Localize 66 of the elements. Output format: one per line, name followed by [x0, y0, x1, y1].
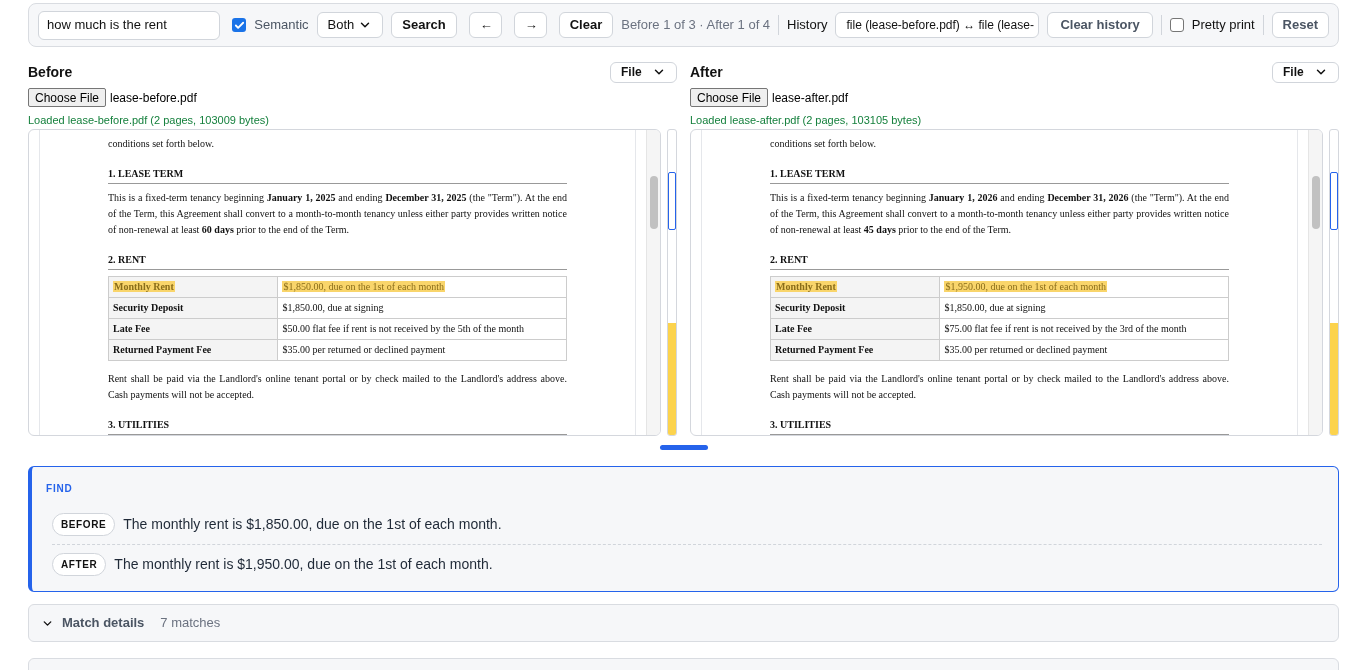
semantic-checkbox[interactable] — [232, 18, 247, 32]
minimap[interactable] — [667, 129, 677, 436]
search-field[interactable]: how much is the rent — [38, 10, 221, 40]
table-cell: Security Deposit — [775, 302, 846, 313]
find-title: FIND — [46, 482, 74, 496]
table-cell: $50.00 flat fee if rent is not received by the 5th of the month — [282, 323, 525, 334]
table-cell: $35.00 per returned or declined payment — [282, 344, 446, 355]
resize-handle[interactable] — [659, 445, 708, 450]
next-button[interactable]: → — [513, 12, 547, 38]
reset-button[interactable]: Reset — [1271, 12, 1329, 38]
result-text: The monthly rent is $1,950.00, due on the 1st of each month. — [114, 555, 493, 574]
choose-file-button[interactable]: Choose File — [28, 88, 107, 107]
table-cell: Monthly Rent — [775, 281, 837, 292]
document-heading: 1. LEASE TERM — [770, 166, 1229, 184]
result-tag: AFTER — [52, 553, 107, 576]
match-status: Before 1 of 3 · After 1 of 4 — [621, 16, 771, 35]
search-button[interactable]: Search — [391, 12, 457, 38]
pane-title: After — [690, 62, 723, 82]
scrollbar[interactable] — [646, 130, 660, 435]
choose-file-button[interactable]: Choose File — [690, 88, 769, 107]
document-paragraph: Rent shall be paid via the Landlord's online tenant portal or by check mailed to the Landlord's address above. Cash payments will not be accepted. — [770, 372, 1229, 402]
document-heading: 3. UTILITIES — [108, 417, 567, 435]
scrollbar[interactable] — [1308, 130, 1322, 435]
document-paragraph: conditions set forth below. — [770, 137, 877, 151]
table-cell: Monthly Rent — [113, 281, 175, 292]
source-select[interactable]: File — [610, 61, 677, 83]
table-cell: Late Fee — [113, 323, 150, 334]
result-tag: BEFORE — [52, 512, 116, 536]
match-count: 7 matches — [160, 614, 221, 633]
clear-button[interactable]: Clear — [558, 12, 614, 38]
table-cell: $1,850.00, due at signing — [282, 302, 384, 313]
table-cell: $35.00 per returned or declined payment — [944, 344, 1108, 355]
history-select[interactable]: file (lease-before.pdf) ↔ file (lease- — [835, 12, 1040, 38]
checkbox-label: Pretty print — [1191, 16, 1255, 35]
match-details-bar[interactable]: Match details 7 matches — [28, 604, 1339, 642]
table-cell: $75.00 flat fee if rent is not received by the 3rd of the month — [944, 323, 1187, 334]
file-name: lease-after.pdf — [772, 89, 849, 107]
document-paragraph: This is a fixed-term tenancy beginning January 1, 2025 and ending December 31, 2025 (the "Term"). At the end of the Term, this Agreement shall convert to a month-to-month tenancy unless either party provides written notice of non-renewal at least 60 days prior to the end of the Term. — [108, 191, 567, 237]
document-paragraph: conditions set forth below. — [108, 137, 215, 151]
load-status: Loaded lease-after.pdf (2 pages, 103105 bytes) — [690, 113, 923, 128]
pane-title: Before — [28, 62, 73, 82]
table-cell: Returned Payment Fee — [113, 344, 212, 355]
history-label: History — [787, 16, 828, 35]
file-name: lease-before.pdf — [110, 89, 197, 107]
table-cell: $1,850.00, due at signing — [944, 302, 1046, 313]
match-details-label: Match details — [62, 614, 145, 633]
document-heading: 2. RENT — [108, 252, 567, 270]
minimap[interactable] — [1329, 129, 1339, 436]
previous-button[interactable]: ← — [468, 12, 502, 38]
source-select[interactable]: File — [1272, 61, 1339, 83]
document-heading: 3. UTILITIES — [770, 417, 1229, 435]
result-text: The monthly rent is $1,850.00, due on the 1st of each month. — [123, 514, 502, 534]
table-cell: Returned Payment Fee — [775, 344, 874, 355]
checkbox-label: Semantic — [254, 16, 309, 35]
clear-history-button[interactable]: Clear history — [1047, 12, 1153, 38]
pretty-print-checkbox[interactable] — [1169, 18, 1184, 32]
table-cell: $1,850.00, due on the 1st of each month — [282, 281, 445, 292]
document-paragraph: Rent shall be paid via the Landlord's online tenant portal or by check mailed to the Landlord's address above. Cash payments will not be accepted. — [108, 372, 567, 402]
table-cell: Late Fee — [775, 323, 812, 334]
document-heading: 2. RENT — [770, 252, 1229, 270]
document-paragraph: This is a fixed-term tenancy beginning January 1, 2026 and ending December 31, 2026 (the "Term"). At the end of the Term, this Agreement shall convert to a month-to-month tenancy unless either party provides written notice of non-renewal at least 45 days prior to the end of the Term. — [770, 191, 1229, 237]
scope-select[interactable]: Both — [316, 12, 384, 38]
document-heading: 1. LEASE TERM — [108, 166, 567, 184]
table-cell: Security Deposit — [113, 302, 184, 313]
table-cell: $1,950.00, due on the 1st of each month — [944, 281, 1107, 292]
load-status: Loaded lease-before.pdf (2 pages, 103009 bytes) — [28, 113, 270, 128]
